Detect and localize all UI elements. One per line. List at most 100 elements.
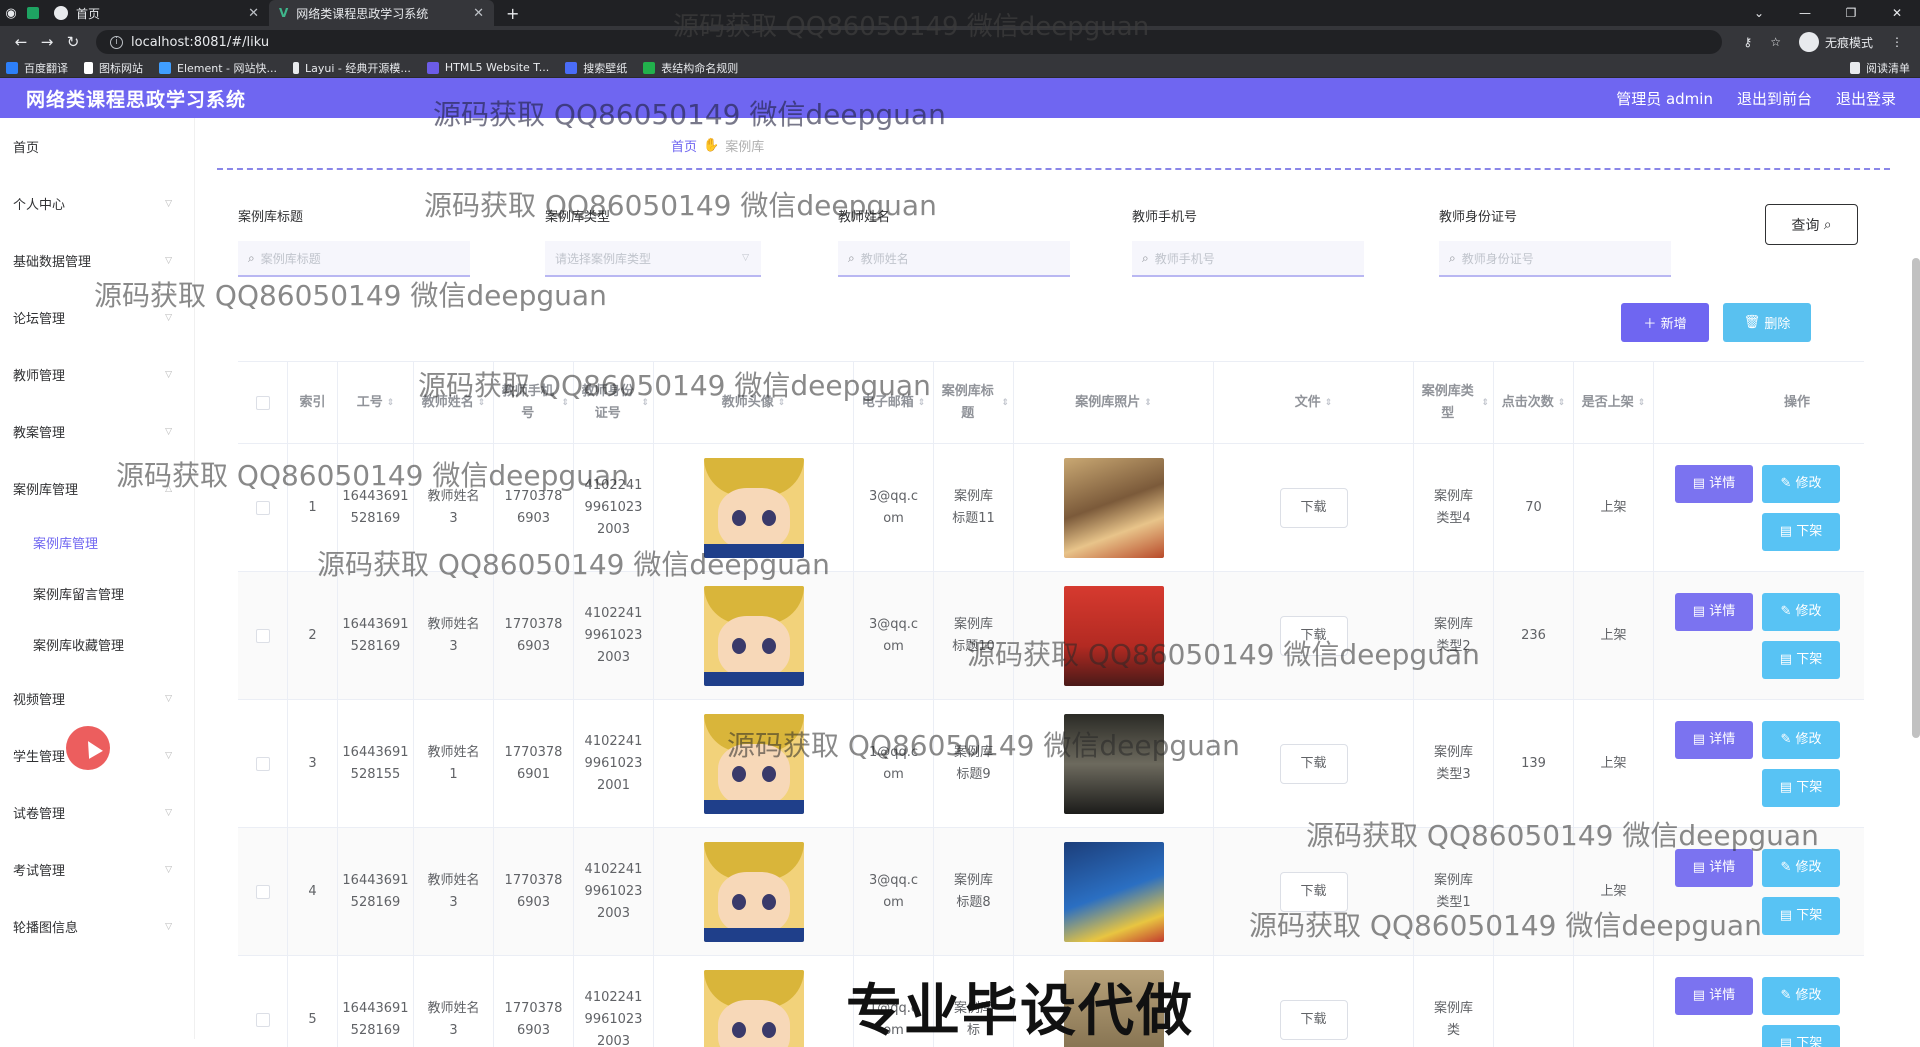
- edit-button[interactable]: ✎ 修改: [1762, 593, 1840, 631]
- sort-icon[interactable]: ⇕: [1638, 392, 1646, 414]
- bookmark-item[interactable]: 表结构命名规则: [643, 60, 738, 76]
- row-checkbox[interactable]: [256, 757, 270, 771]
- detail-button[interactable]: ▤ 详情: [1675, 593, 1753, 631]
- unpublish-button[interactable]: ▤ 下架: [1762, 897, 1840, 935]
- column-header[interactable]: 是否上架⇕: [1574, 362, 1654, 443]
- download-button[interactable]: 下载: [1280, 616, 1348, 656]
- sort-icon[interactable]: ⇕: [478, 392, 486, 414]
- teacher-name-input[interactable]: ⌕教师姓名: [838, 241, 1070, 277]
- bookmark-item[interactable]: Element - 网站快...: [159, 60, 277, 76]
- sidebar-item-basic-data[interactable]: 基础数据管理▽: [0, 232, 194, 289]
- column-header[interactable]: 教师手机号⇕: [494, 362, 574, 443]
- sidebar-item-exam[interactable]: 考试管理▽: [0, 841, 194, 898]
- sort-icon[interactable]: ⇕: [1481, 392, 1489, 414]
- unpublish-button[interactable]: ▤ 下架: [1762, 641, 1840, 679]
- key-icon[interactable]: ⚷: [1743, 35, 1752, 49]
- unpublish-button[interactable]: ▤ 下架: [1762, 769, 1840, 807]
- download-button[interactable]: 下载: [1280, 744, 1348, 784]
- edit-button[interactable]: ✎ 修改: [1762, 849, 1840, 887]
- case-photo[interactable]: [1064, 714, 1164, 814]
- bookmark-item[interactable]: 图标网站: [84, 60, 143, 76]
- type-select[interactable]: 请选择案例库类型▽: [545, 241, 761, 277]
- green-tab-icon[interactable]: [22, 0, 44, 26]
- restore-icon[interactable]: ❐: [1828, 6, 1874, 20]
- browser-tab-home[interactable]: 首页 ✕: [44, 0, 269, 26]
- close-icon[interactable]: ✕: [473, 6, 484, 21]
- edit-button[interactable]: ✎ 修改: [1762, 977, 1840, 1015]
- column-header[interactable]: 教师身份证号⇕: [574, 362, 654, 443]
- case-photo[interactable]: [1064, 586, 1164, 686]
- reading-list[interactable]: 阅读清单: [1850, 60, 1910, 76]
- row-checkbox[interactable]: [256, 501, 270, 515]
- column-header[interactable]: 电子邮箱⇕: [854, 362, 934, 443]
- sidebar-subitem-case-comments[interactable]: 案例库留言管理: [0, 568, 194, 619]
- teacher-avatar[interactable]: [704, 842, 804, 942]
- new-tab-icon[interactable]: +: [494, 4, 531, 23]
- column-header[interactable]: 文件⇕: [1214, 362, 1414, 443]
- close-window-icon[interactable]: ✕: [1874, 6, 1920, 20]
- row-checkbox[interactable]: [256, 1013, 270, 1027]
- column-header[interactable]: 工号⇕: [338, 362, 414, 443]
- incognito-indicator[interactable]: 无痕模式: [1799, 32, 1873, 52]
- to-front-link[interactable]: 退出到前台: [1737, 88, 1812, 109]
- teacher-avatar[interactable]: [704, 458, 804, 558]
- title-input[interactable]: ⌕案例库标题: [238, 241, 470, 277]
- bookmark-item[interactable]: Layui - 经典开源模...: [293, 60, 411, 76]
- sidebar-item-exam-paper[interactable]: 试卷管理▽: [0, 784, 194, 841]
- sort-icon[interactable]: ⇕: [387, 392, 395, 414]
- detail-button[interactable]: ▤ 详情: [1675, 977, 1753, 1015]
- teacher-avatar[interactable]: [704, 714, 804, 814]
- edit-button[interactable]: ✎ 修改: [1762, 465, 1840, 503]
- forward-icon[interactable]: →: [34, 33, 60, 51]
- reload-icon[interactable]: ↻: [60, 33, 86, 51]
- sort-icon[interactable]: ⇕: [561, 392, 569, 414]
- close-icon[interactable]: ✕: [248, 6, 259, 21]
- star-icon[interactable]: ☆: [1770, 35, 1781, 49]
- sidebar-item-lesson-plan[interactable]: 教案管理▽: [0, 403, 194, 460]
- sort-icon[interactable]: ⇕: [1001, 392, 1009, 414]
- bookmark-item[interactable]: HTML5 Website T...: [427, 61, 549, 74]
- sort-icon[interactable]: ⇕: [641, 392, 649, 414]
- sort-icon[interactable]: ⇕: [918, 392, 926, 414]
- download-button[interactable]: 下载: [1280, 488, 1348, 528]
- sidebar-subitem-case-favorites[interactable]: 案例库收藏管理: [0, 619, 194, 670]
- column-header[interactable]: 点击次数⇕: [1494, 362, 1574, 443]
- column-header[interactable]: 案例库照片⇕: [1014, 362, 1214, 443]
- info-icon[interactable]: i: [110, 36, 123, 49]
- teacher-id-input[interactable]: ⌕教师身份证号: [1439, 241, 1671, 277]
- column-header[interactable]: 案例库标题⇕: [934, 362, 1014, 443]
- sidebar-item-carousel[interactable]: 轮播图信息▽: [0, 898, 194, 955]
- tab-search-icon[interactable]: ⌄: [1736, 6, 1782, 20]
- sidebar-item-home[interactable]: 首页: [0, 118, 194, 175]
- add-button[interactable]: ＋ 新增: [1621, 303, 1709, 342]
- sidebar-item-teacher[interactable]: 教师管理▽: [0, 346, 194, 403]
- detail-button[interactable]: ▤ 详情: [1675, 721, 1753, 759]
- sort-icon[interactable]: ⇕: [1325, 392, 1333, 414]
- detail-button[interactable]: ▤ 详情: [1675, 849, 1753, 887]
- column-header[interactable]: 案例库类型⇕: [1414, 362, 1494, 443]
- scrollbar[interactable]: [1912, 258, 1920, 738]
- more-menu-icon[interactable]: ⋮: [1891, 35, 1903, 49]
- breadcrumb-home[interactable]: 首页: [671, 136, 697, 155]
- sidebar-item-case-library[interactable]: 案例库管理△: [0, 460, 194, 517]
- sidebar-item-forum[interactable]: 论坛管理▽: [0, 289, 194, 346]
- sort-icon[interactable]: ⇕: [1144, 392, 1152, 414]
- row-checkbox[interactable]: [256, 885, 270, 899]
- row-checkbox[interactable]: [256, 629, 270, 643]
- sidebar-item-personal[interactable]: 个人中心▽: [0, 175, 194, 232]
- column-header[interactable]: 教师头像⇕: [654, 362, 854, 443]
- url-field[interactable]: i localhost:8081/#/liku: [96, 30, 1722, 54]
- detail-button[interactable]: ▤ 详情: [1675, 465, 1753, 503]
- bookmark-item[interactable]: 搜索壁纸: [565, 60, 627, 76]
- case-photo[interactable]: [1064, 458, 1164, 558]
- select-all-checkbox[interactable]: [256, 396, 270, 410]
- edit-button[interactable]: ✎ 修改: [1762, 721, 1840, 759]
- minimize-icon[interactable]: —: [1782, 6, 1828, 20]
- teacher-avatar[interactable]: [704, 586, 804, 686]
- bookmark-item[interactable]: 百度翻译: [6, 60, 68, 76]
- unpublish-button[interactable]: ▤ 下架: [1762, 1025, 1840, 1047]
- case-photo[interactable]: [1064, 842, 1164, 942]
- delete-button[interactable]: 🗑 删除: [1723, 303, 1811, 342]
- unpublish-button[interactable]: ▤ 下架: [1762, 513, 1840, 551]
- sort-icon[interactable]: ⇕: [778, 392, 786, 414]
